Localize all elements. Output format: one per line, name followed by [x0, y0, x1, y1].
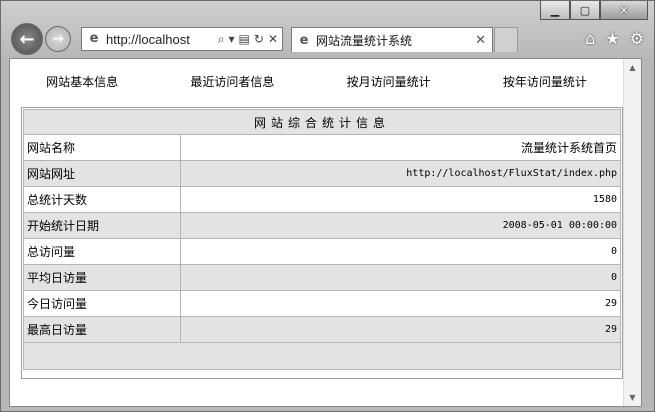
row-value: 29 [180, 290, 621, 317]
row-value: 2008-05-01 00:00:00 [180, 212, 621, 239]
stats-table: 网站综合统计信息 网站名称 流量统计系统首页 网站网址 http://local… [23, 109, 621, 370]
row-label: 开始统计日期 [23, 212, 181, 239]
window-controls: ▁ ▢ ✕ [540, 1, 648, 20]
dropdown-icon[interactable]: ▾ [229, 32, 235, 47]
row-label: 今日访问量 [23, 290, 181, 317]
row-value: http://localhost/FluxStat/index.php [180, 160, 621, 187]
vertical-scrollbar[interactable]: ▲ ▼ [623, 59, 641, 406]
address-tools: ⌕ ▾ ▤ ↻ ✕ [218, 32, 282, 47]
menu-monthly-stats[interactable]: 按月访问量统计 [347, 73, 431, 90]
row-label: 网站网址 [23, 160, 181, 187]
home-icon[interactable]: ⌂ [585, 29, 595, 48]
row-value: 0 [180, 238, 621, 265]
scroll-down-icon[interactable]: ▼ [624, 389, 641, 406]
row-label: 总访问量 [23, 238, 181, 265]
address-bar[interactable]: e http://localhost ⌕ ▾ ▤ ↻ ✕ [81, 27, 283, 51]
browser-window: ▁ ▢ ✕ ← → e http://localhost ⌕ ▾ ▤ ↻ ✕ e… [0, 0, 655, 412]
table-row: 最高日访量 29 [23, 316, 621, 343]
address-url[interactable]: http://localhost [106, 32, 202, 47]
table-row: 网站网址 http://localhost/FluxStat/index.php [23, 160, 621, 187]
row-label: 平均日访量 [23, 264, 181, 291]
site-menu: 网站基本信息 最近访问者信息 按月访问量统计 按年访问量统计 [10, 73, 623, 90]
row-value: 1580 [180, 186, 621, 213]
maximize-icon[interactable]: ▢ [570, 1, 600, 20]
scroll-up-icon[interactable]: ▲ [624, 59, 641, 76]
table-row: 网站名称 流量统计系统首页 [23, 134, 621, 161]
table-footer [23, 342, 621, 370]
close-window-icon[interactable]: ✕ [600, 1, 648, 20]
navigation-bar: ← → e http://localhost ⌕ ▾ ▤ ↻ ✕ e 网站流量统… [9, 23, 646, 55]
row-value: 流量统计系统首页 [180, 134, 621, 161]
toolbar-icons: ⌂ ★ ⚙ [585, 29, 644, 48]
minimize-icon[interactable]: ▁ [540, 1, 570, 20]
refresh-icon[interactable]: ↻ [254, 32, 264, 47]
table-row: 总统计天数 1580 [23, 186, 621, 213]
menu-recent-visitors[interactable]: 最近访问者信息 [190, 73, 274, 90]
row-label: 总统计天数 [23, 186, 181, 213]
table-title: 网站综合统计信息 [23, 109, 621, 135]
tab-active[interactable]: e 网站流量统计系统 ✕ [291, 27, 493, 52]
tab-close-icon[interactable]: ✕ [475, 33, 486, 48]
settings-gear-icon[interactable]: ⚙ [630, 29, 644, 48]
compat-view-icon[interactable]: ▤ [239, 32, 250, 47]
row-value: 0 [180, 264, 621, 291]
table-row: 总访问量 0 [23, 238, 621, 265]
table-row: 开始统计日期 2008-05-01 00:00:00 [23, 212, 621, 239]
row-label: 网站名称 [23, 134, 181, 161]
stats-panel: 网站综合统计信息 网站名称 流量统计系统首页 网站网址 http://local… [21, 107, 623, 379]
menu-yearly-stats[interactable]: 按年访问量统计 [503, 73, 587, 90]
table-row: 今日访问量 29 [23, 290, 621, 317]
ie-logo-icon: e [89, 31, 99, 46]
tab-ie-icon: e [299, 32, 309, 48]
page-content: 网站基本信息 最近访问者信息 按月访问量统计 按年访问量统计 网站综合统计信息 … [9, 58, 642, 407]
row-label: 最高日访量 [23, 316, 181, 343]
stop-icon[interactable]: ✕ [268, 32, 278, 47]
table-row: 平均日访量 0 [23, 264, 621, 291]
row-value: 29 [180, 316, 621, 343]
forward-button[interactable]: → [45, 26, 71, 52]
table-footer-cell [23, 342, 621, 370]
menu-basic-info[interactable]: 网站基本信息 [46, 73, 118, 90]
search-icon[interactable]: ⌕ [218, 32, 225, 47]
favorites-star-icon[interactable]: ★ [605, 29, 619, 48]
tab-title: 网站流量统计系统 [316, 33, 413, 48]
new-tab-button[interactable] [494, 27, 518, 52]
back-button[interactable]: ← [11, 23, 43, 55]
